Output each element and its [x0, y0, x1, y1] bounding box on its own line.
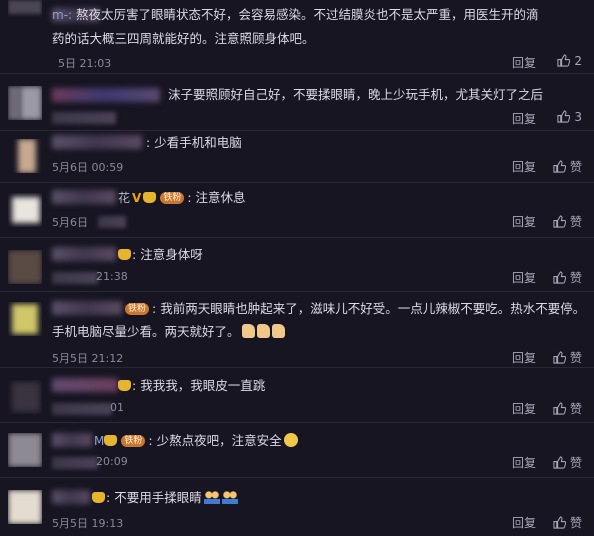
comment-item: : 少看手机和电脑 5月6日 00:59 回复 赞: [0, 131, 594, 183]
timestamp-blurred: [52, 112, 116, 124]
like-button[interactable]: 赞: [553, 514, 582, 531]
username-blurred: [52, 378, 118, 392]
avatar[interactable]: [8, 433, 42, 467]
comment-item: : 注意身体呀 21:38 回复 赞: [0, 238, 594, 292]
comment-text: : 我我我，我眼皮一直跳: [118, 374, 578, 397]
like-button[interactable]: 3: [557, 110, 582, 124]
username-blurred: [52, 135, 142, 149]
comment-text: 花 V 铁粉: 注意休息: [118, 186, 578, 210]
comment-text: m-: 熬夜太厉害了眼睛状态不好，会容易感染。不过结膜炎也不是太严重，用医生开的…: [52, 7, 539, 46]
verified-v-icon: V: [132, 191, 142, 205]
comment-timestamp: 5月5日 19:13: [52, 517, 124, 530]
thumbs-up-icon: [553, 160, 567, 173]
reply-button[interactable]: 回复: [512, 158, 536, 175]
timestamp-blurred: [98, 216, 126, 228]
username[interactable]: M: [94, 434, 104, 448]
like-button[interactable]: 赞: [553, 213, 582, 230]
fan-badge: 铁粉: [160, 192, 185, 204]
like-button[interactable]: 赞: [553, 269, 582, 286]
avatar[interactable]: [8, 86, 42, 120]
avatar[interactable]: [8, 193, 42, 227]
people-emoji: [203, 490, 220, 504]
reply-button[interactable]: 回复: [512, 269, 536, 286]
like-button[interactable]: 赞: [553, 349, 582, 366]
crown-icon: [104, 435, 118, 446]
comment-text: 铁粉: 我前两天眼睛也肿起来了，滋味儿不好受。一点儿辣椒不要吃。热水不要停。 手…: [52, 301, 586, 339]
reply-button[interactable]: 回复: [512, 514, 536, 531]
emoji-icon: [283, 433, 298, 447]
username-blurred: [52, 247, 116, 261]
fan-badge: 铁粉: [121, 435, 146, 447]
comment-item: : 不要用手揉眼睛 5月5日 19:13 回复 赞: [0, 478, 594, 536]
comment-item: 花 V 铁粉: 注意休息 5月6日 回复 赞: [0, 183, 594, 238]
username-blurred: [52, 88, 160, 102]
timestamp-blurred: [52, 272, 98, 284]
username-blurred: [52, 433, 92, 447]
username[interactable]: 花: [118, 191, 130, 205]
crown-icon: [143, 192, 157, 203]
thumbs-up-icon: [553, 516, 567, 529]
username[interactable]: m-:: [52, 8, 72, 22]
comment-text: : 不要用手揉眼睛: [92, 486, 578, 509]
timestamp-blurred: [52, 457, 98, 469]
comment-item: m-: 熬夜太厉害了眼睛状态不好，会容易感染。不过结膜炎也不是太严重，用医生开的…: [0, 0, 594, 74]
thumbs-up-icon: [553, 402, 567, 415]
comment-item: : 我我我，我眼皮一直跳 01 回复 赞: [0, 368, 594, 423]
comment-timestamp: 21:38: [96, 270, 128, 283]
like-button[interactable]: 赞: [553, 454, 582, 471]
comment-text: : 少看手机和电脑: [146, 135, 242, 150]
comment-item: M 铁粉: 少熬点夜吧，注意安全 20:09 回复 赞: [0, 423, 594, 478]
reply-button[interactable]: 回复: [512, 54, 536, 71]
reply-button[interactable]: 回复: [512, 454, 536, 471]
thumbs-up-icon: [553, 351, 567, 364]
timestamp-blurred: [52, 403, 112, 415]
reply-button[interactable]: 回复: [512, 400, 536, 417]
like-button[interactable]: 2: [557, 54, 582, 68]
thumbs-up-emoji: [271, 324, 285, 338]
thumbs-up-emoji: [256, 324, 270, 338]
thumbs-up-icon: [557, 110, 571, 123]
like-button[interactable]: 赞: [553, 400, 582, 417]
username-blurred: [52, 490, 90, 504]
avatar[interactable]: [8, 302, 42, 336]
avatar[interactable]: [8, 0, 42, 34]
avatar[interactable]: [8, 139, 42, 173]
thumbs-up-emoji: [241, 324, 255, 338]
people-emoji: [221, 490, 238, 504]
comment-timestamp: 5月6日: [52, 216, 88, 229]
thumbs-up-icon: [553, 271, 567, 284]
crown-icon: [92, 492, 105, 503]
thumbs-up-icon: [553, 215, 567, 228]
like-button[interactable]: 赞: [553, 158, 582, 175]
crown-icon: [118, 249, 131, 260]
comment-text: M 铁粉: 少熬点夜吧，注意安全: [94, 429, 578, 453]
reply-button[interactable]: 回复: [512, 349, 536, 366]
comment-item: 沫子要照顾好自己好，不要揉眼睛，晚上少玩手机，尤其关灯了之后 回复 3: [0, 74, 594, 131]
thumbs-up-icon: [553, 456, 567, 469]
comment-timestamp: 20:09: [96, 455, 128, 468]
comment-text: : 注意身体呀: [118, 243, 578, 266]
crown-icon: [118, 380, 131, 391]
avatar[interactable]: [8, 490, 42, 524]
avatar[interactable]: [8, 380, 42, 414]
reply-prefix: :: [146, 135, 155, 150]
thumbs-up-icon: [557, 54, 571, 67]
reply-button[interactable]: 回复: [512, 213, 536, 230]
username-blurred: [52, 190, 116, 204]
comment-timestamp: 01: [110, 401, 124, 414]
comment-timestamp: 5月5日 21:12: [52, 352, 124, 365]
avatar[interactable]: [8, 250, 42, 284]
comment-item: 铁粉: 我前两天眼睛也肿起来了，滋味儿不好受。一点儿辣椒不要吃。热水不要停。 手…: [0, 292, 594, 368]
fan-badge: 铁粉: [125, 303, 150, 315]
comment-timestamp: 5日 21:03: [58, 57, 112, 70]
comment-text: 沫子要照顾好自己好，不要揉眼睛，晚上少玩手机，尤其关灯了之后: [168, 87, 544, 102]
comment-timestamp: 5月6日 00:59: [52, 161, 124, 174]
reply-button[interactable]: 回复: [512, 110, 536, 127]
